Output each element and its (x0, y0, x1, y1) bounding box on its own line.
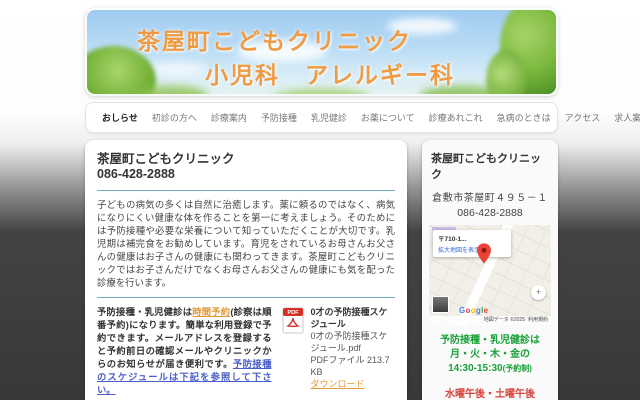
nav-item-access[interactable]: アクセス (565, 111, 601, 124)
hours-time: 14:30-15:30 (448, 363, 503, 374)
vaccination-hours: 予防接種・乳児健診は 月・火・木・金の 14:30-15:30(予約制) (429, 334, 551, 376)
divider (97, 297, 395, 298)
sidebar-clinic-name: 茶屋町こどもクリニック (431, 153, 541, 181)
nav-item-infant-checkup[interactable]: 乳児健診 (311, 111, 347, 124)
map-terms-link[interactable]: 利用規約 (528, 317, 548, 323)
nav-item-vaccination[interactable]: 予防接種 (261, 111, 297, 124)
google-letter: e (483, 306, 489, 315)
map-pan-control-icon[interactable]: + (531, 285, 546, 300)
map-enlarge-link[interactable]: 拡大地図を表示 (438, 245, 506, 254)
hours-line: 予防接種・乳児健診は (440, 335, 540, 346)
nav-item-emergency[interactable]: 急病のときは (497, 111, 551, 124)
pdf-download-link[interactable]: ダウンロード (311, 379, 365, 389)
nav-item-misc[interactable]: 診療あれこれ (429, 111, 483, 124)
site-title: 茶屋町こどもクリニック (137, 28, 412, 54)
sidebar: 茶屋町こどもクリニック 倉敷市茶屋町４９５－１ 086-428-2888 〒71… (422, 140, 558, 400)
map-data-credit: 地図データ ©2025 (483, 317, 525, 323)
booking-text: 予防接種・乳児健診は時間予約(診察は順番予約)になります。簡単な利用登録で予約で… (97, 306, 272, 397)
clinic-name: 茶屋町こどもクリニック (97, 152, 235, 166)
hours-time-line: 14:30-15:30(予約制) (429, 362, 551, 376)
closed-line: 水曜午後・土曜午後 (445, 389, 535, 400)
sidebar-phone: 086-428-2888 (457, 207, 523, 219)
hours-line: 月・火・木・金の (450, 349, 530, 360)
map-attribution: 地図データ ©2025 利用規約 (429, 316, 551, 325)
site-subtitle: 小児科 アレルギー科 (205, 62, 455, 88)
map-pin-icon[interactable] (477, 243, 491, 264)
svg-text:PDF: PDF (287, 310, 299, 316)
time-reservation-link[interactable]: 時間予約 (192, 307, 230, 317)
header-banner: 茶屋町こどもクリニック 小児科 アレルギー科 (85, 8, 558, 96)
intro-paragraph: 子どもの病気の多くは自然に治癒します。薬に頼るのではなく、病気になりにくい健康な… (97, 199, 395, 288)
google-logo: Google (459, 306, 488, 315)
pdf-filename: 0才の予防接種スケジュール.pdf (310, 331, 388, 353)
divider (97, 190, 395, 191)
closed-days: 水曜午後・土曜午後 日・祝日休診 (429, 388, 551, 400)
main-nav: おしらせ 初診の方へ 診療案内 予防接種 乳児健診 お薬について 診療あれこれ … (85, 102, 640, 133)
map-info-window: 〒710-1... 拡大地図を表示 (433, 230, 511, 257)
sidebar-address: 倉敷市茶屋町４９５－１ (432, 193, 548, 204)
nav-item-medicine[interactable]: お薬について (361, 111, 415, 124)
pdf-title: 0才の予防接種スケジュール (310, 307, 388, 329)
booking-text-before: 予防接種・乳児健診は (97, 307, 193, 317)
nav-item-medical-guide[interactable]: 診療案内 (211, 111, 247, 124)
google-map-embed[interactable]: 〒710-1... 拡大地図を表示 + Google 地図データ ©2025 利用… (429, 225, 551, 325)
clinic-phone: 086-428-2888 (97, 167, 175, 181)
street-view-thumbnail[interactable] (432, 296, 449, 313)
hours-time-note: (予約制) (502, 364, 532, 373)
nav-item-recruit[interactable]: 求人案内 (614, 111, 640, 124)
booking-left-column: 予防接種・乳児健診は時間予約(診察は順番予約)になります。簡単な利用登録で予約で… (97, 306, 272, 400)
nav-item-news[interactable]: おしらせ (102, 111, 138, 124)
nav-item-first-visit[interactable]: 初診の方へ (152, 111, 197, 124)
pdf-list: PDF 0才の予防接種スケジュール 0才の予防接種スケジュール.pdf PDFフ… (272, 306, 395, 400)
pdf-info: 0才の予防接種スケジュール 0才の予防接種スケジュール.pdf PDFファイル … (311, 306, 395, 390)
main-content: 茶屋町こどもクリニック 086-428-2888 子どもの病気の多くは自然に治癒… (85, 140, 407, 400)
pdf-file-icon: PDF (282, 307, 304, 334)
pdf-item: PDF 0才の予防接種スケジュール 0才の予防接種スケジュール.pdf PDFフ… (282, 306, 395, 390)
page-title: 茶屋町こどもクリニック 086-428-2888 (97, 152, 395, 182)
page-background: 茶屋町こどもクリニック 小児科 アレルギー科 おしらせ 初診の方へ 診療案内 予… (0, 0, 640, 400)
booking-section: 予防接種・乳児健診は時間予約(診察は順番予約)になります。簡単な利用登録で予約で… (97, 306, 395, 400)
cloud-image (147, 62, 207, 76)
pdf-meta: PDFファイル 213.7 KB (310, 355, 390, 377)
map-info-title: 〒710-1... (438, 236, 467, 243)
